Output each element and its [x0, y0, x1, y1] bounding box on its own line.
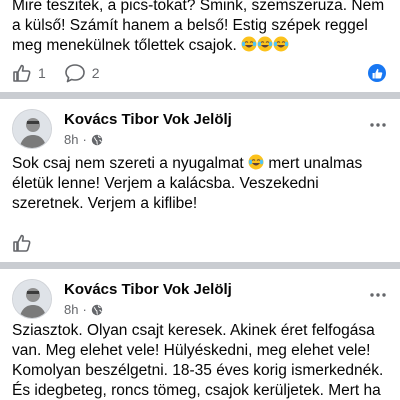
author-name[interactable]: Kovács Tibor Vok Jelölj: [64, 281, 232, 298]
post-text-line: Mire teszitek, a pics-tokat? Smink, szem…: [12, 0, 385, 14]
post-text-line: Sok csaj nem szereti a nyugalmat: [12, 155, 244, 172]
more-icon: [370, 123, 386, 127]
more-icon: [370, 293, 386, 297]
post-3-text: Sziasztok. Olyan csajt keresek. Akinek é…: [0, 321, 395, 400]
post-separator: [0, 262, 400, 269]
avatar[interactable]: [12, 109, 52, 149]
post-time[interactable]: 8h: [64, 302, 78, 317]
post-text-line: Sziasztok. Olyan csajt keresek. Akinek é…: [12, 322, 375, 339]
like-button[interactable]: 1: [12, 63, 46, 83]
meta-separator: ·: [82, 132, 87, 147]
post-text-line: meg menekülnek tőlettek csajok.: [12, 37, 237, 54]
post-text-line: a külső! Számít hanem a belső! Estig szé…: [12, 17, 368, 34]
globe-icon: [91, 134, 103, 145]
comment-button[interactable]: 2: [64, 63, 100, 83]
like-reaction-badge[interactable]: [368, 64, 386, 82]
post-text-line: van. Meg elehet vele! Hülyéskedni, meg e…: [12, 342, 371, 359]
more-options-button[interactable]: [368, 285, 388, 305]
thumbs-up-icon: [13, 234, 31, 252]
post-1-text: Mire teszitek, a pics-tokat? Smink, szem…: [0, 0, 396, 56]
post-3: Kovács Tibor Vok Jelölj 8h · Sziasztok. …: [0, 269, 400, 400]
tears-of-joy-emoji: [248, 154, 264, 170]
post-text-line: Komolyan beszélgetni. 18-35 éves korig i…: [12, 362, 384, 379]
post-3-header: Kovács Tibor Vok Jelölj 8h ·: [12, 275, 388, 323]
like-button[interactable]: [12, 233, 32, 253]
post-text-line: szeretnek. Verjem a kiflibe!: [12, 195, 198, 212]
profile-photo-icon: [13, 280, 51, 318]
post-2-header: Kovács Tibor Vok Jelölj 8h ·: [12, 105, 388, 153]
post-separator: [0, 92, 400, 99]
author-name[interactable]: Kovács Tibor Vok Jelölj: [64, 111, 232, 128]
post-2-actions: [12, 230, 50, 256]
thumbs-up-icon: [372, 68, 382, 78]
post-1: Mire teszitek, a pics-tokat? Smink, szem…: [0, 0, 400, 100]
post-time[interactable]: 8h: [64, 132, 78, 147]
speech-bubble-icon: [64, 64, 85, 83]
post-meta: 8h ·: [64, 132, 103, 147]
tears-of-joy-emoji: [273, 36, 289, 52]
more-options-button[interactable]: [368, 115, 388, 135]
thumbs-up-icon: [13, 64, 31, 82]
post-text-line-with-emoji: meg menekülnek tőlettek csajok.: [12, 36, 384, 56]
post-2-text: Sok csaj nem szereti a nyugalmat mert un…: [0, 154, 374, 214]
post-meta: 8h ·: [64, 302, 103, 317]
post-1-actions: 1 2: [12, 60, 118, 86]
tears-of-joy-emoji: [257, 36, 273, 52]
comment-count: 2: [91, 65, 100, 81]
post-2: Kovács Tibor Vok Jelölj 8h · Sok csaj ne…: [0, 99, 400, 259]
post-text-line: mert unalmas: [268, 155, 363, 172]
like-count: 1: [38, 65, 46, 81]
avatar[interactable]: [12, 279, 52, 319]
profile-photo-icon: [13, 110, 51, 148]
globe-icon: [91, 304, 103, 315]
tears-of-joy-emoji: [241, 36, 257, 52]
post-text-line: életük lenne! Verjem a kalácsba. Veszeke…: [12, 175, 319, 192]
post-text-line: És idegbeteg, roncs tömeg, csajok kerülj…: [12, 382, 381, 399]
meta-separator: ·: [82, 302, 87, 317]
post-text-line-with-emoji: Sok csaj nem szereti a nyugalmat mert un…: [12, 154, 362, 174]
